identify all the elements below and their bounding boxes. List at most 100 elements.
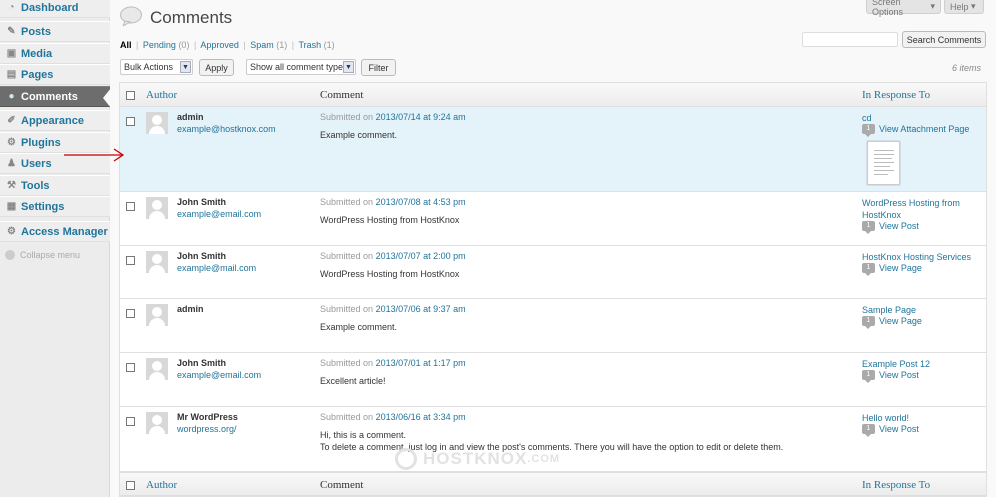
- filter-all-link[interactable]: All: [120, 40, 132, 50]
- hostknox-logo-icon: [395, 448, 417, 470]
- response-view-link[interactable]: 1 View Page: [862, 316, 922, 329]
- comment-date-link[interactable]: 2013/07/08 at 4:53 pm: [376, 197, 466, 207]
- settings-icon: ▦: [6, 201, 17, 212]
- response-view-link[interactable]: 1 View Attachment Page: [862, 124, 969, 137]
- search-comments-input[interactable]: [802, 32, 898, 47]
- pages-icon: ▤: [6, 69, 17, 80]
- apply-button[interactable]: Apply: [199, 59, 234, 76]
- author-url-link[interactable]: wordpress.org/: [177, 424, 237, 434]
- response-title-link[interactable]: Example Post 12: [862, 358, 982, 370]
- filter-approved-link[interactable]: Approved: [200, 40, 239, 50]
- comments-bubble-icon: ●: [8, 91, 15, 102]
- comment-date-link[interactable]: 2013/06/16 at 3:34 pm: [376, 412, 466, 422]
- author-email-link[interactable]: example@email.com: [177, 370, 261, 380]
- comment-text: WordPress Hosting from HostKnox: [320, 215, 460, 225]
- help-button[interactable]: Help ▾: [944, 0, 984, 14]
- row-checkbox[interactable]: [126, 117, 135, 126]
- admin-sidebar: ◔ Dashboard ✎ Posts ▣ Media ▤ Pages ● Comment…: [0, 0, 111, 497]
- sidebar-item-posts[interactable]: ✎ Posts: [0, 21, 110, 42]
- sidebar-item-appearance[interactable]: ✐ Appearance: [0, 110, 110, 131]
- search-comments-button[interactable]: Search Comments: [902, 31, 986, 48]
- comment-count-bubble-icon[interactable]: 1: [862, 124, 875, 137]
- column-author[interactable]: Author: [146, 479, 177, 491]
- chevron-down-icon: ▾: [930, 1, 935, 11]
- select-all-checkbox[interactable]: [126, 481, 135, 490]
- response-title-link[interactable]: HostKnox Hosting Services: [862, 251, 982, 263]
- sidebar-item-settings[interactable]: ▦ Settings: [0, 196, 110, 217]
- response-view-link[interactable]: 1 View Post: [862, 370, 919, 383]
- screen-options-button[interactable]: Screen Options ▾: [866, 0, 941, 17]
- attachment-thumbnail[interactable]: [867, 141, 900, 185]
- dashboard-icon: ◔: [8, 2, 15, 13]
- sidebar-item-access-manager[interactable]: ⚙ Access Manager: [0, 221, 110, 242]
- comment-author: John Smith: [177, 197, 226, 207]
- submitted-on: Submitted on 2013/07/01 at 1:17 pm: [320, 358, 466, 368]
- table-header: Author Comment In Response To: [120, 83, 986, 107]
- comment-date-link[interactable]: 2013/07/14 at 9:24 am: [376, 112, 466, 122]
- row-checkbox[interactable]: [126, 417, 135, 426]
- comment-count-bubble-icon[interactable]: 1: [862, 424, 875, 437]
- comment-count-bubble-icon[interactable]: 1: [862, 316, 875, 329]
- comment-count-bubble-icon[interactable]: 1: [862, 370, 875, 383]
- page-title: Comments: [150, 8, 233, 27]
- access-manager-icon: ⚙: [7, 226, 16, 237]
- filter-button[interactable]: Filter: [361, 59, 396, 76]
- sidebar-item-pages[interactable]: ▤ Pages: [0, 64, 110, 85]
- submitted-on: Submitted on 2013/07/14 at 9:24 am: [320, 112, 466, 122]
- chevron-down-icon: ▾: [971, 1, 976, 11]
- avatar: [146, 112, 168, 134]
- tools-icon: ⚒: [7, 180, 16, 191]
- plugins-icon: ⚙: [7, 137, 16, 148]
- column-author[interactable]: Author: [146, 89, 177, 101]
- comment-type-select[interactable]: Show all comment types ▼: [246, 59, 356, 75]
- avatar: [146, 358, 168, 380]
- collapse-menu-button[interactable]: Collapse menu: [5, 250, 80, 260]
- trash-count: (1): [323, 40, 335, 50]
- comments-bubble-icon: [120, 6, 142, 26]
- author-email-link[interactable]: example@mail.com: [177, 263, 256, 273]
- comment-text: Example comment.: [320, 322, 398, 332]
- row-checkbox[interactable]: [126, 363, 135, 372]
- select-all-checkbox[interactable]: [126, 91, 135, 100]
- comment-count-bubble-icon[interactable]: 1: [862, 263, 875, 276]
- comments-table: Author Comment In Response To admin exam…: [119, 82, 987, 497]
- comment-date-link[interactable]: 2013/07/01 at 1:17 pm: [376, 358, 466, 368]
- avatar: [146, 412, 168, 434]
- column-comment: Comment: [320, 89, 364, 101]
- sidebar-item-dashboard[interactable]: ◔ Dashboard: [0, 0, 110, 18]
- bulk-actions-select[interactable]: Bulk Actions ▼: [120, 59, 193, 75]
- chevron-down-icon: ▼: [180, 61, 191, 73]
- comment-date-link[interactable]: 2013/07/07 at 2:00 pm: [376, 251, 466, 261]
- sidebar-item-comments[interactable]: ● Comments: [0, 86, 111, 108]
- filter-pending-link[interactable]: Pending: [143, 40, 176, 50]
- filter-trash-link[interactable]: Trash: [298, 40, 321, 50]
- author-email-link[interactable]: example@hostknox.com: [177, 124, 276, 134]
- sidebar-item-media[interactable]: ▣ Media: [0, 43, 110, 64]
- comment-count-bubble-icon[interactable]: 1: [862, 221, 875, 234]
- row-checkbox[interactable]: [126, 309, 135, 318]
- response-view-link[interactable]: 1 View Page: [862, 263, 922, 276]
- comment-text: WordPress Hosting from HostKnox: [320, 269, 460, 279]
- comment-date-link[interactable]: 2013/07/06 at 9:37 am: [376, 304, 466, 314]
- response-title-link[interactable]: Sample Page: [862, 304, 982, 316]
- response-view-link[interactable]: 1 View Post: [862, 424, 919, 437]
- column-in-response-to[interactable]: In Response To: [862, 89, 930, 101]
- table-row: John Smith example@mail.com Submitted on…: [120, 246, 986, 299]
- filter-spam-link[interactable]: Spam: [250, 40, 274, 50]
- submitted-on: Submitted on 2013/07/07 at 2:00 pm: [320, 251, 466, 261]
- comment-text: Excellent article!: [320, 376, 386, 386]
- column-in-response-to[interactable]: In Response To: [862, 479, 930, 491]
- avatar: [146, 197, 168, 219]
- row-checkbox[interactable]: [126, 256, 135, 265]
- sidebar-item-tools[interactable]: ⚒ Tools: [0, 175, 110, 196]
- annotation-arrow-icon: [64, 148, 125, 162]
- hostknox-watermark: HOSTKNOX .COM: [395, 448, 560, 470]
- author-email-link[interactable]: example@email.com: [177, 209, 261, 219]
- column-comment: Comment: [320, 479, 364, 491]
- response-title-link[interactable]: Hello world!: [862, 412, 982, 424]
- response-title-link[interactable]: cd: [862, 112, 982, 124]
- response-view-link[interactable]: 1 View Post: [862, 221, 919, 234]
- row-checkbox[interactable]: [126, 202, 135, 211]
- items-count: 6 items: [952, 63, 982, 73]
- response-title-link[interactable]: WordPress Hosting from HostKnox: [862, 197, 982, 221]
